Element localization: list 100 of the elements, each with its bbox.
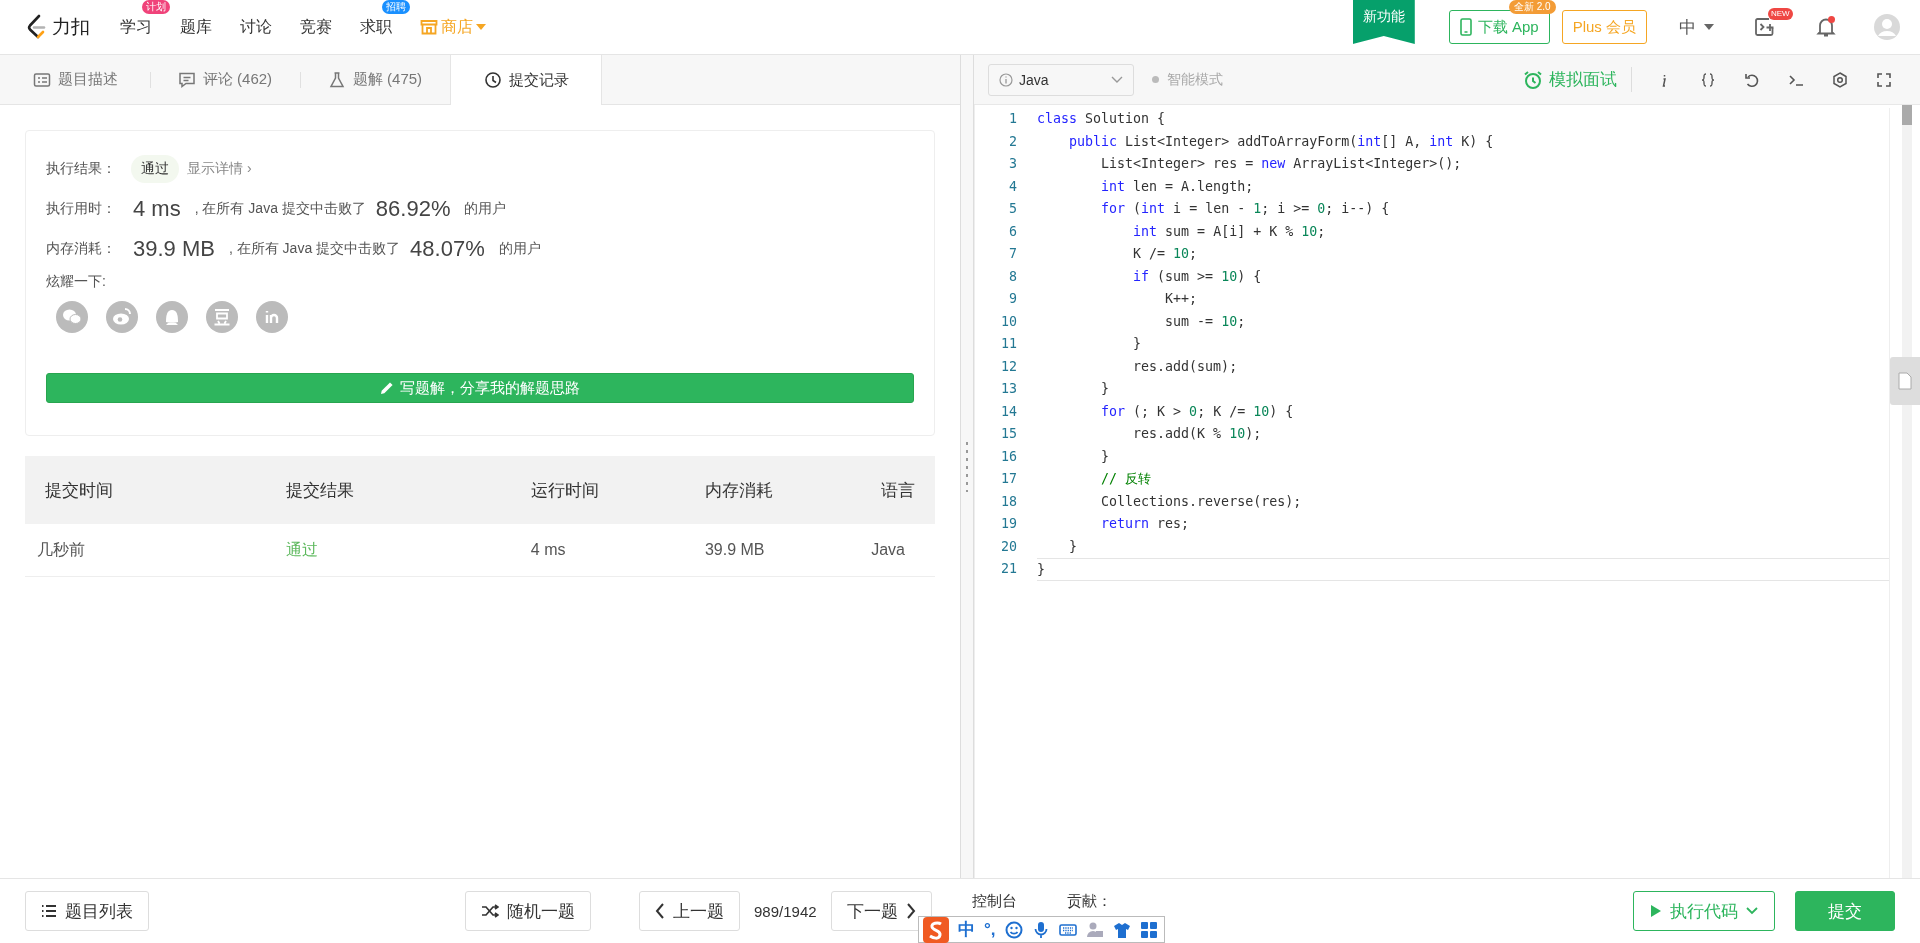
new-feature-ribbon[interactable]: 新功能 bbox=[1352, 0, 1415, 44]
line-number: 14 bbox=[1000, 402, 1017, 421]
line-number: 20 bbox=[1000, 537, 1017, 556]
document-icon bbox=[1898, 372, 1912, 390]
ime-punctuation[interactable]: °, bbox=[984, 919, 996, 940]
chevron-left-icon bbox=[655, 903, 665, 919]
code-line: Collections.reverse(res); bbox=[1100, 492, 1303, 511]
tab[interactable]: 评论 (462) bbox=[150, 55, 300, 104]
mock-interview-button[interactable]: 模拟面试 bbox=[1517, 67, 1632, 92]
nav-link[interactable]: 讨论 bbox=[240, 12, 272, 42]
weibo-icon[interactable] bbox=[106, 301, 138, 333]
description-icon bbox=[32, 70, 51, 89]
chevron-right-icon bbox=[905, 903, 916, 919]
code-line: class Solution { bbox=[1037, 110, 1167, 128]
braces-icon[interactable] bbox=[1699, 70, 1717, 89]
next-button[interactable]: 下一题 bbox=[830, 891, 932, 931]
submit-button[interactable]: 提交 bbox=[1795, 891, 1895, 931]
logo-icon[interactable] bbox=[26, 14, 48, 40]
comment-icon bbox=[177, 70, 196, 89]
qq-icon[interactable] bbox=[156, 301, 188, 333]
emoji-icon[interactable] bbox=[1004, 920, 1023, 939]
brand-name[interactable]: 力扣 bbox=[52, 14, 90, 40]
nav-badge: 招聘 bbox=[382, 0, 410, 14]
line-number: 6 bbox=[1008, 222, 1017, 241]
details-link[interactable]: 显示详情 › bbox=[187, 160, 252, 178]
shuffle-icon bbox=[481, 904, 499, 918]
tab[interactable]: 提交记录 bbox=[450, 55, 602, 105]
nav-link[interactable]: 求职 bbox=[360, 12, 392, 42]
run-code-button[interactable]: 执行代码 bbox=[1633, 891, 1775, 931]
language-menu[interactable]: 中 bbox=[1679, 15, 1714, 39]
code-line: } bbox=[1068, 537, 1079, 556]
line-number: 7 bbox=[1008, 245, 1017, 263]
field-label: 执行用时： bbox=[46, 200, 117, 218]
share-label: 炫耀一下: bbox=[46, 273, 107, 291]
nav-link[interactable]: 学习 bbox=[120, 12, 152, 42]
line-number: 16 bbox=[1000, 447, 1017, 466]
language-select[interactable]: Java bbox=[988, 63, 1134, 96]
grid-icon[interactable] bbox=[1139, 920, 1158, 939]
tab[interactable]: 题解 (475) bbox=[300, 55, 450, 104]
line-number: 12 bbox=[1000, 357, 1017, 376]
line-number: 17 bbox=[1000, 470, 1017, 488]
stat-text: 的用户 bbox=[498, 240, 541, 258]
alarm-clock-icon bbox=[1523, 69, 1543, 90]
code-line: public List<Integer> addToArrayForm(int[] A, int K) { bbox=[1068, 132, 1495, 151]
line-number: 5 bbox=[1008, 200, 1017, 218]
field-label: 内存消耗： bbox=[46, 240, 117, 258]
shirt-icon[interactable] bbox=[1112, 920, 1131, 939]
table-cell: 几秒前 bbox=[25, 524, 266, 577]
code-line: } bbox=[1132, 335, 1143, 353]
line-number: 21 bbox=[1000, 560, 1017, 578]
problem-list-button[interactable]: 题目列表 bbox=[25, 891, 149, 931]
page-counter: 989/1942 bbox=[754, 902, 817, 920]
code-line: List<Integer> res = new ArrayList<Integer>(); bbox=[1100, 155, 1463, 173]
line-number: 18 bbox=[1000, 492, 1017, 511]
phone-icon bbox=[1459, 18, 1472, 36]
nav-badge: 计划 bbox=[142, 0, 170, 14]
line-number: 10 bbox=[1000, 312, 1017, 331]
ime-mode[interactable]: 中 bbox=[958, 918, 975, 941]
nav-link[interactable]: 题库 bbox=[180, 12, 212, 42]
line-number: 2 bbox=[1008, 132, 1017, 151]
code-line: K /= 10; bbox=[1132, 245, 1199, 263]
chevron-down-icon bbox=[1746, 907, 1758, 915]
previous-button[interactable]: 上一题 bbox=[639, 891, 740, 931]
drag-handle-icon[interactable] bbox=[966, 441, 968, 492]
write-solution-button[interactable]: 写题解，分享我的解题思路 bbox=[46, 373, 914, 403]
line-number: 8 bbox=[1008, 267, 1017, 286]
stat-value: 39.9 MB bbox=[133, 236, 215, 262]
code-line: } bbox=[1100, 447, 1111, 466]
wechat-icon[interactable] bbox=[56, 301, 88, 333]
line-number: 4 bbox=[1008, 177, 1017, 196]
nav-link[interactable]: 竞赛 bbox=[300, 12, 332, 42]
scrollbar[interactable] bbox=[1902, 105, 1912, 878]
table-cell: Java bbox=[851, 524, 935, 577]
line-number: 15 bbox=[1000, 425, 1017, 443]
list-icon bbox=[41, 904, 57, 918]
code-line: sum -= 10; bbox=[1164, 312, 1247, 331]
stat-percent: 86.92% bbox=[375, 196, 451, 222]
scrollbar-thumb[interactable] bbox=[1902, 105, 1912, 125]
table-cell: 4 ms bbox=[510, 524, 685, 577]
fullscreen-icon[interactable] bbox=[1875, 70, 1893, 89]
bell-icon[interactable] bbox=[1816, 16, 1836, 38]
douban-icon[interactable] bbox=[206, 301, 238, 333]
code-line: } bbox=[1037, 558, 1889, 581]
tab[interactable]: 题目描述 bbox=[0, 55, 150, 104]
column-header: 内存消耗 bbox=[684, 456, 852, 524]
user-card-icon[interactable] bbox=[1085, 920, 1104, 939]
column-header: 提交结果 bbox=[265, 456, 511, 524]
column-header: 提交时间 bbox=[25, 456, 266, 524]
settings-icon[interactable] bbox=[1831, 70, 1849, 89]
status-link[interactable]: 通过 bbox=[265, 524, 511, 577]
linkedin-icon[interactable] bbox=[256, 301, 288, 333]
status-dot-icon bbox=[1152, 76, 1159, 83]
sogou-logo-icon[interactable] bbox=[923, 916, 949, 943]
caret-icon bbox=[476, 24, 486, 30]
random-problem-button[interactable]: 随机一题 bbox=[465, 891, 591, 931]
console-link[interactable]: 控制台 bbox=[971, 892, 1017, 910]
line-number: 1 bbox=[1008, 110, 1017, 128]
chevron-down-icon bbox=[1111, 75, 1123, 84]
contribute-link[interactable]: 贡献： bbox=[1066, 892, 1112, 910]
column-header: 语言 bbox=[851, 456, 935, 524]
